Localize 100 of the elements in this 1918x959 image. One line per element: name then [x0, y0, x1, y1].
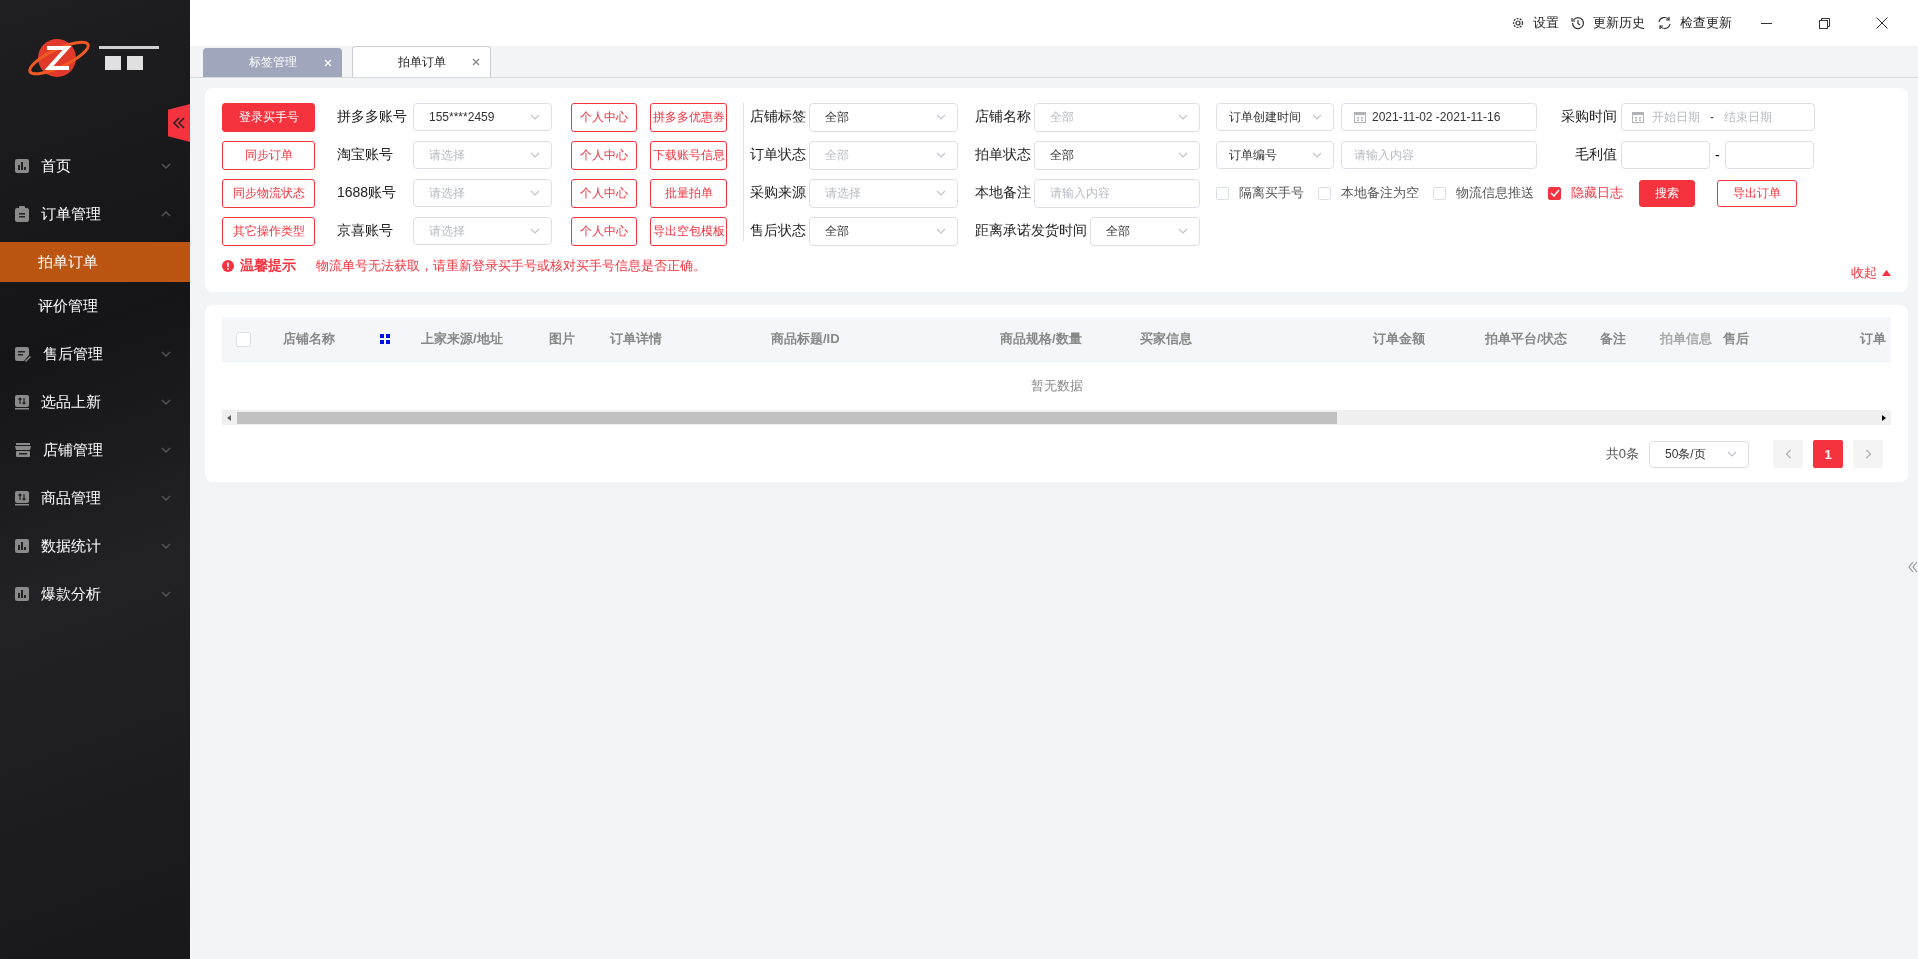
store-icon [15, 443, 31, 457]
grid-icon[interactable] [380, 334, 390, 344]
profile-button[interactable]: 个人中心 [571, 178, 637, 208]
chevron-down-icon [1177, 227, 1189, 235]
checkbox[interactable] [1548, 186, 1561, 200]
refresh-button[interactable]: 检查更新 [1657, 14, 1732, 32]
horizontal-scrollbar[interactable] [222, 410, 1891, 425]
scroll-right-icon[interactable] [1880, 413, 1888, 422]
previous-page-button[interactable] [1773, 440, 1803, 468]
column-header: 订单金额 [1373, 330, 1425, 348]
chevron-down-icon [529, 189, 541, 197]
menu-item[interactable]: 爆款分析 [0, 570, 190, 618]
chevron-down-icon [161, 495, 171, 501]
chevron-down-icon [1311, 151, 1323, 159]
select-field[interactable]: 全部 [809, 216, 958, 246]
select-field[interactable]: 全部 [1034, 102, 1200, 132]
action-button[interactable]: 批量拍单 [650, 178, 727, 208]
triangle-up-icon [1882, 270, 1891, 276]
submenu-item[interactable]: 拍单订单 [0, 242, 190, 282]
date-range-field[interactable]: 开始日期 - 结束日期 [1621, 103, 1815, 131]
scroll-left-icon[interactable] [225, 413, 233, 422]
empty-message: 暂无数据 [1030, 377, 1083, 395]
select-field[interactable]: 全部 [1090, 216, 1200, 246]
select-field[interactable]: 全部 [1034, 140, 1200, 170]
export-button[interactable]: 导出订单 [1717, 179, 1797, 207]
select-field[interactable]: 请选择 [413, 179, 552, 207]
select-field[interactable]: 全部 [809, 102, 958, 132]
chevron-down-icon [529, 151, 541, 159]
close-icon [1876, 17, 1888, 29]
menu-item[interactable]: 选品上新 [0, 378, 190, 426]
chevron-right-icon [1864, 449, 1872, 459]
close-icon[interactable] [472, 58, 480, 66]
profile-button[interactable]: 个人中心 [571, 140, 637, 170]
menu-item[interactable]: 首页 [0, 142, 190, 190]
select-field[interactable]: 订单创建时间 [1216, 103, 1334, 131]
text-field[interactable]: 请输入内容 [1341, 141, 1537, 169]
search-button[interactable]: 搜索 [1639, 179, 1695, 207]
chevron-down-icon [1177, 151, 1189, 159]
select-field[interactable]: 全部 [809, 140, 958, 170]
page-button[interactable]: 1 [1813, 440, 1843, 468]
select-field[interactable]: 请选择 [413, 141, 552, 169]
max-value-field[interactable] [1724, 141, 1814, 169]
min-value-field[interactable] [1621, 141, 1710, 169]
action-button[interactable]: 同步订单 [222, 140, 315, 170]
field-label: 拍单状态 [975, 146, 1031, 164]
settings-button[interactable]: 设置 [1511, 14, 1559, 32]
column-header: 上家来源/地址 [421, 330, 503, 348]
range-separator: - [1715, 147, 1720, 163]
column-header: 商品规格/数量 [1000, 330, 1082, 348]
field-label: 距离承诺发货时间 [975, 222, 1087, 240]
profile-button[interactable]: 个人中心 [571, 102, 637, 132]
tab[interactable]: 标签管理 [203, 48, 342, 77]
action-button[interactable]: 拼多多优惠券 [650, 102, 727, 132]
bar-chart-icon [15, 587, 29, 601]
submenu-item[interactable]: 评价管理 [0, 286, 190, 326]
date-range-field[interactable]: 2021-11-02 -2021-11-16 [1341, 103, 1537, 131]
restore-icon [1818, 17, 1830, 29]
action-button[interactable]: 同步物流状态 [222, 178, 315, 208]
double-chevron-left-icon [172, 116, 186, 130]
action-button[interactable]: 下载账号信息 [650, 140, 727, 170]
menu-item[interactable]: 数据统计 [0, 522, 190, 570]
collapse-sidebar-button[interactable] [168, 104, 190, 142]
collapse-link[interactable]: 收起 [1851, 264, 1891, 282]
page-size-select[interactable]: 50条/页 [1649, 440, 1749, 468]
history-button[interactable]: 更新历史 [1571, 14, 1645, 32]
select-field[interactable]: 请选择 [413, 217, 552, 245]
gear-icon [1511, 16, 1525, 30]
chevron-down-icon [529, 227, 541, 235]
tab[interactable]: 拍单订单 [352, 46, 491, 77]
column-header: 订单 [1860, 330, 1886, 348]
chevron-down-icon [1311, 113, 1323, 121]
action-button[interactable]: 登录买手号 [222, 102, 315, 132]
chevron-up-icon [161, 211, 171, 217]
text-field[interactable]: 请输入内容 [1034, 178, 1200, 208]
menu-item[interactable]: 店铺管理 [0, 426, 190, 474]
chevron-down-icon [161, 399, 171, 405]
chevron-down-icon [1726, 450, 1738, 458]
field-label: 采购时间 [1560, 108, 1617, 126]
next-page-button[interactable] [1853, 440, 1883, 468]
calendar-icon [1632, 111, 1644, 123]
profile-button[interactable]: 个人中心 [571, 216, 637, 246]
warning-title: 温馨提示 [240, 257, 296, 275]
menu-item[interactable]: 订单管理 [0, 190, 190, 238]
note-icon [15, 346, 31, 362]
menu-item[interactable]: 售后管理 [0, 330, 190, 378]
action-button[interactable]: 其它操作类型 [222, 216, 315, 246]
sort-icon [15, 490, 29, 506]
column-header: 售后 [1723, 330, 1749, 348]
column-header: 买家信息 [1140, 330, 1192, 348]
field-label: 售后状态 [750, 222, 806, 240]
action-button[interactable]: 导出空包模板 [650, 216, 727, 246]
column-header: 备注 [1600, 330, 1626, 348]
sort-icon [15, 394, 29, 410]
menu-item[interactable]: 商品管理 [0, 474, 190, 522]
field-label: 毛利值 [1574, 146, 1617, 164]
select-field[interactable]: 155****2459 [413, 103, 552, 131]
warning-message: 物流单号无法获取，请重新登录买手号或核对买手号信息是否正确。 [316, 257, 706, 275]
select-field[interactable]: 订单编号 [1216, 141, 1334, 169]
double-chevron-left-icon[interactable] [1908, 561, 1918, 573]
select-field[interactable]: 请选择 [809, 178, 958, 208]
